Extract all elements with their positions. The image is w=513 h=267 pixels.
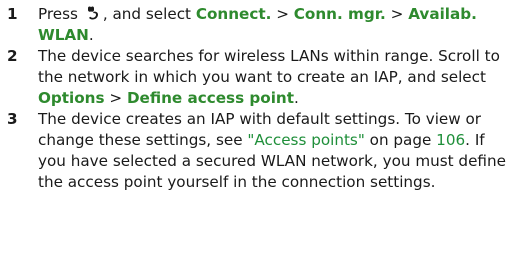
step-2: 2 The device searches for wireless LANs … [0, 46, 513, 109]
menu-path-conn-mgr[interactable]: Conn. mgr. [294, 5, 386, 23]
menu-path-connect[interactable]: Connect. [196, 5, 272, 23]
step-text: Press [38, 5, 78, 23]
menu-path-define-access-point[interactable]: Define access point [127, 89, 294, 107]
path-separator: > [390, 5, 404, 23]
access-points-link[interactable]: "Access points" [247, 131, 364, 149]
step-end: . [294, 89, 299, 107]
step-3: 3 The device creates an IAP with default… [0, 109, 513, 193]
step-text: on page [369, 131, 432, 149]
step-end: . [88, 26, 94, 44]
step-number: 1 [7, 5, 18, 23]
path-separator: > [109, 89, 123, 107]
instruction-steps: 1 Press , and select Connect. > Conn. mg… [0, 4, 513, 193]
step-text: The device searches for wireless LANs wi… [38, 47, 500, 86]
step-text: , and select [102, 5, 191, 23]
path-separator: > [276, 5, 289, 23]
page-reference-link[interactable]: 106 [436, 131, 465, 149]
step-1: 1 Press , and select Connect. > Conn. mg… [0, 4, 513, 46]
menu-path-options[interactable]: Options [38, 89, 105, 107]
step-number: 2 [7, 47, 18, 65]
step-number: 3 [7, 110, 18, 128]
menu-key-icon [87, 6, 98, 20]
